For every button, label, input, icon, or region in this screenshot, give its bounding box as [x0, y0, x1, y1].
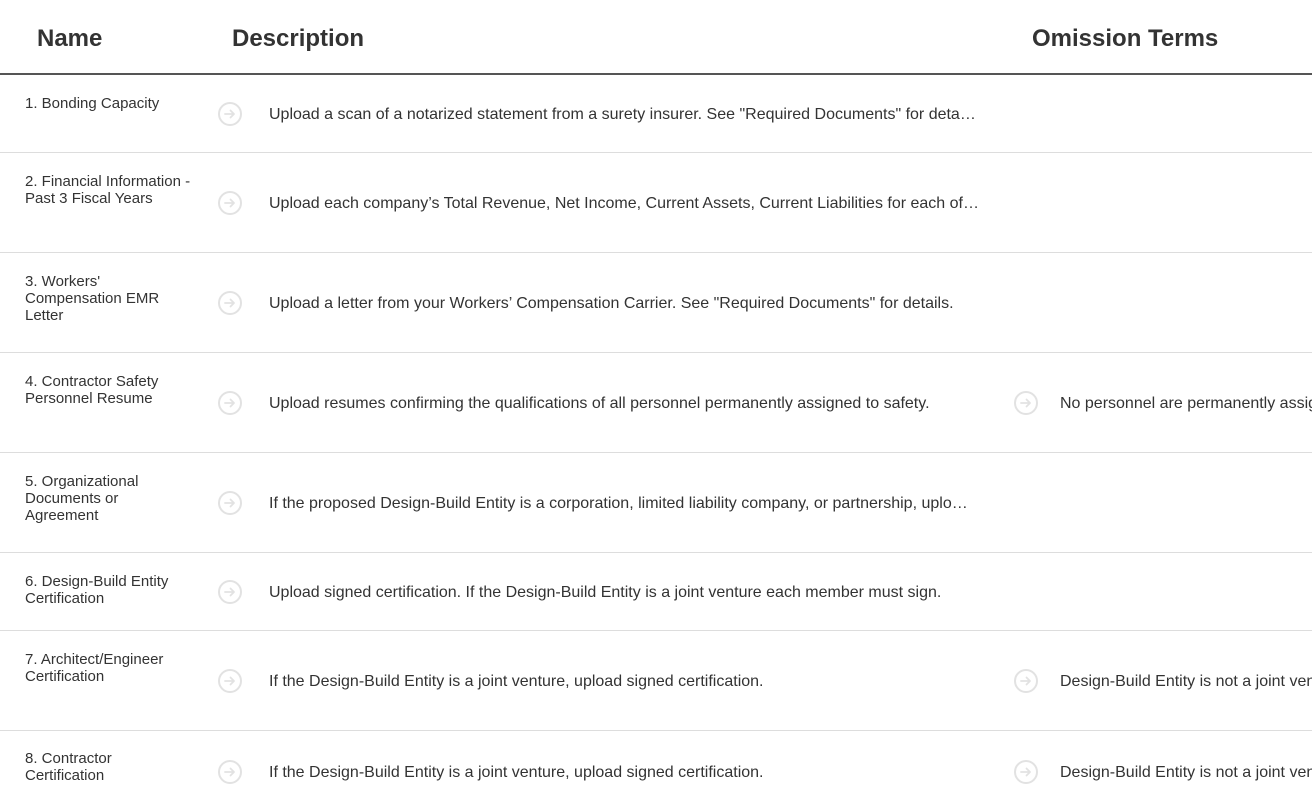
row-name: 5. Organizational Documents or Agreement [25, 473, 139, 524]
row-name: 7. Architect/Engineer Certification [25, 651, 164, 685]
row-name: 4. Contractor Safety Personnel Resume [25, 373, 159, 407]
row-name: 8. Contractor Certification [25, 750, 112, 784]
row-description: If the Design-Build Entity is a joint ve… [269, 764, 764, 781]
table-row[interactable]: 3. Workers' Compensation EMR Letter Uplo… [0, 253, 1312, 353]
row-name: 6. Design-Build Entity Certification [25, 573, 169, 607]
arrow-right-circle-icon[interactable] [218, 102, 242, 126]
row-name: 2. Financial Information - Past 3 Fiscal… [25, 173, 191, 207]
table-row[interactable]: 1. Bonding Capacity Upload a scan of a n… [0, 75, 1312, 153]
arrow-right-circle-icon[interactable] [1014, 760, 1038, 784]
row-description: Upload a letter from your Workers’ Compe… [269, 295, 954, 312]
column-header-omission-terms[interactable]: Omission Terms [1032, 25, 1218, 53]
row-description: If the Design-Build Entity is a joint ve… [269, 673, 764, 690]
row-description: Upload signed certification. If the Desi… [269, 584, 942, 601]
arrow-right-circle-icon[interactable] [218, 491, 242, 515]
row-omission-terms: Design-Build Entity is not a joint ventu… [1060, 673, 1312, 690]
row-omission-terms: Design-Build Entity is not a joint ventu… [1060, 764, 1312, 781]
column-header-description[interactable]: Description [232, 25, 364, 53]
column-header-name[interactable]: Name [37, 25, 102, 53]
arrow-right-circle-icon[interactable] [218, 291, 242, 315]
row-name: 1. Bonding Capacity [25, 95, 160, 112]
table-row[interactable]: 2. Financial Information - Past 3 Fiscal… [0, 153, 1312, 253]
arrow-right-circle-icon[interactable] [1014, 391, 1038, 415]
table-row[interactable]: 6. Design-Build Entity Certification Upl… [0, 553, 1312, 631]
table-row[interactable]: 5. Organizational Documents or Agreement… [0, 453, 1312, 553]
table-header: Name Description Omission Terms [0, 0, 1312, 75]
arrow-right-circle-icon[interactable] [218, 391, 242, 415]
table-row[interactable]: 8. Contractor Certification If the Desig… [0, 731, 1312, 803]
row-description: Upload each company’s Total Revenue, Net… [269, 195, 979, 212]
arrow-right-circle-icon[interactable] [1014, 669, 1038, 693]
table-row[interactable]: 7. Architect/Engineer Certification If t… [0, 631, 1312, 731]
table-row[interactable]: 4. Contractor Safety Personnel Resume Up… [0, 353, 1312, 453]
row-description: If the proposed Design-Build Entity is a… [269, 495, 969, 512]
arrow-right-circle-icon[interactable] [218, 760, 242, 784]
row-description: Upload resumes confirming the qualificat… [269, 395, 930, 412]
arrow-right-circle-icon[interactable] [218, 669, 242, 693]
row-description: Upload a scan of a notarized statement f… [269, 106, 979, 123]
arrow-right-circle-icon[interactable] [218, 580, 242, 604]
requirements-table: Name Description Omission Terms 1. Bondi… [0, 0, 1312, 803]
arrow-right-circle-icon[interactable] [218, 191, 242, 215]
row-name: 3. Workers' Compensation EMR Letter [25, 273, 160, 324]
row-omission-terms: No personnel are permanently assigned [1060, 395, 1312, 412]
